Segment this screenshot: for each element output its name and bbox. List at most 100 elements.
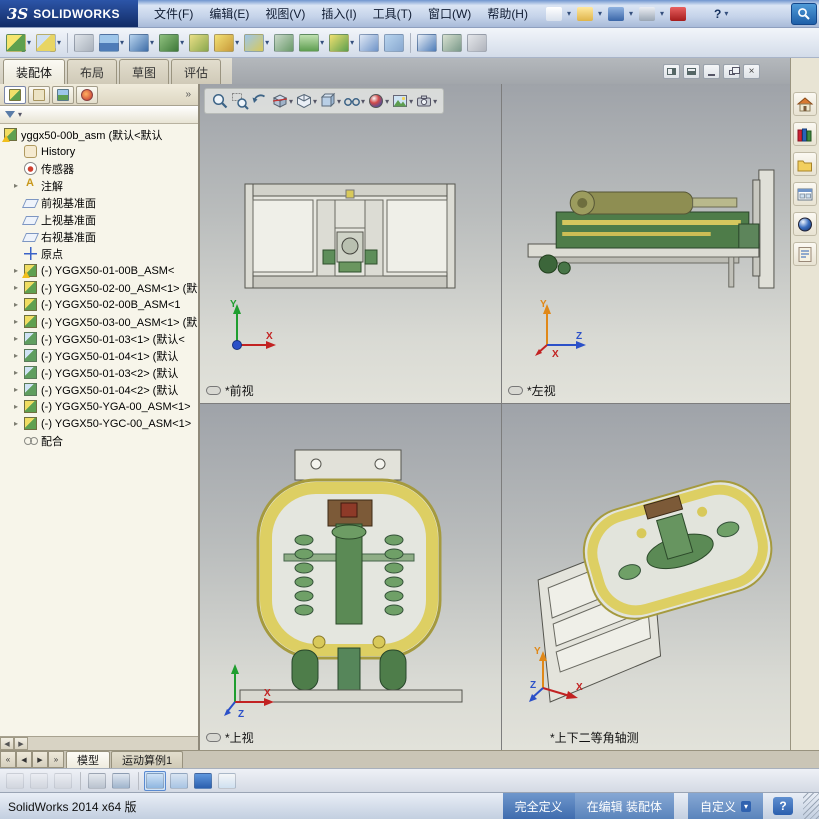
filter-icon[interactable] bbox=[5, 111, 15, 118]
viewport-top[interactable]: X Z *上视 bbox=[200, 404, 501, 750]
bottom-toolbar-icon[interactable] bbox=[76, 771, 84, 791]
configurationmanager-tab[interactable] bbox=[52, 85, 74, 104]
custom-properties-icon[interactable] bbox=[793, 242, 817, 266]
zoom-to-area-icon[interactable] bbox=[231, 92, 249, 110]
command-tab[interactable]: 装配体 bbox=[3, 59, 66, 84]
expand-arrow-icon[interactable] bbox=[14, 283, 24, 292]
tree-item[interactable]: (-) YGGX50-03-00_ASM<1> (默 bbox=[0, 313, 198, 330]
tree-item[interactable]: (-) YGGX50-01-03<2> (默认 bbox=[0, 364, 198, 381]
solidworks-resources-icon[interactable] bbox=[793, 92, 817, 116]
previous-tab-icon[interactable] bbox=[16, 751, 32, 768]
tree-item[interactable]: (-) YGGX50-01-00B_ASM< bbox=[0, 262, 198, 279]
menu-item[interactable]: 文件(F) bbox=[146, 3, 201, 24]
menu-item[interactable]: 帮助(H) bbox=[479, 3, 536, 24]
panel-overflow-chevrons[interactable]: » bbox=[182, 89, 194, 100]
minimize-icon[interactable] bbox=[703, 63, 720, 79]
red-badge-icon[interactable]: ▾ bbox=[668, 6, 692, 22]
filter-faces-icon[interactable] bbox=[86, 771, 108, 791]
featuremanager-tab[interactable] bbox=[4, 85, 26, 104]
section-view-icon[interactable]: ▾ bbox=[271, 92, 293, 110]
command-tab[interactable]: 评估 bbox=[171, 59, 222, 84]
scroll-left-icon[interactable]: ◀ bbox=[0, 737, 14, 750]
first-tab-icon[interactable] bbox=[0, 751, 16, 768]
linear-component-pattern-icon[interactable]: ▾ bbox=[97, 30, 126, 56]
display-style-icon[interactable]: ▾ bbox=[319, 92, 341, 110]
move-component-icon[interactable]: ▾ bbox=[157, 30, 186, 56]
document-tab[interactable]: 运动算例1 bbox=[111, 751, 184, 768]
expand-arrow-icon[interactable] bbox=[14, 402, 24, 411]
design-library-icon[interactable] bbox=[793, 122, 817, 146]
assembly-features-icon[interactable]: ▾ bbox=[212, 30, 241, 56]
view-settings-icon[interactable]: ▾ bbox=[415, 92, 437, 110]
tree-item[interactable]: (-) YGGX50-02-00_ASM<1> (默认 bbox=[0, 279, 198, 296]
hide-show-items-icon[interactable]: ▾ bbox=[343, 92, 365, 110]
view-palette-icon[interactable] bbox=[793, 182, 817, 206]
dropdown-caret-icon[interactable]: ▾ bbox=[740, 800, 751, 812]
file-explorer-icon[interactable] bbox=[793, 152, 817, 176]
expand-arrow-icon[interactable] bbox=[14, 300, 24, 309]
tree-item[interactable]: History bbox=[0, 143, 198, 160]
displaymanager-tab[interactable] bbox=[76, 85, 98, 104]
expand-arrow-icon[interactable] bbox=[14, 419, 24, 428]
tree-item[interactable]: (-) YGGX50-01-04<1> (默认 bbox=[0, 347, 198, 364]
document-tab[interactable]: 模型 bbox=[66, 751, 110, 768]
close-icon[interactable]: × bbox=[743, 63, 760, 79]
bill-of-materials-icon[interactable]: ▾ bbox=[297, 30, 326, 56]
command-tab[interactable]: 草图 bbox=[119, 59, 170, 84]
command-tab[interactable]: 布局 bbox=[67, 59, 118, 84]
previous-view-icon[interactable] bbox=[251, 92, 269, 110]
tree-item[interactable]: (-) YGGX50-YGC-00_ASM<1> bbox=[0, 415, 198, 432]
selection-filter-icon[interactable] bbox=[4, 771, 26, 791]
zoom-to-fit-icon[interactable] bbox=[211, 92, 229, 110]
assembly-visualization-icon[interactable] bbox=[144, 770, 166, 791]
filter-edges-icon[interactable] bbox=[52, 771, 74, 791]
viewport-front[interactable]: Y X *前视 bbox=[200, 84, 501, 403]
menu-item[interactable]: 插入(I) bbox=[313, 3, 364, 24]
print-icon[interactable]: ▾ bbox=[637, 6, 666, 22]
tree-item[interactable]: 前视基准面 bbox=[0, 194, 198, 211]
split-view-horizontal-icon[interactable] bbox=[663, 63, 680, 79]
viewport-isometric[interactable]: Y X Z *上下二等角轴测 bbox=[502, 404, 790, 750]
tree-item[interactable]: 上视基准面 bbox=[0, 211, 198, 228]
menu-item[interactable]: 窗口(W) bbox=[420, 3, 479, 24]
show-hidden-components-icon[interactable]: ▾ bbox=[187, 30, 211, 56]
tree-item[interactable]: (-) YGGX50-YGA-00_ASM<1> bbox=[0, 398, 198, 415]
filter-vertices-icon[interactable] bbox=[28, 771, 50, 791]
mate-status-icon[interactable] bbox=[192, 771, 214, 791]
appearances-scenes-icon[interactable] bbox=[793, 212, 817, 236]
tree-horizontal-scrollbar[interactable]: ◀ ▶ bbox=[0, 736, 198, 750]
tree-item[interactable]: 配合 bbox=[0, 432, 198, 449]
split-view-vertical-icon[interactable] bbox=[683, 63, 700, 79]
reference-geometry-icon[interactable]: ▾ bbox=[242, 30, 271, 56]
new-document-icon[interactable]: ▾ bbox=[544, 6, 573, 22]
tree-item[interactable]: (-) YGGX50-01-03<1> (默认< bbox=[0, 330, 198, 347]
toolbar-icon[interactable]: ▾ bbox=[67, 30, 69, 56]
magnifying-lens-icon[interactable] bbox=[110, 771, 132, 791]
next-tab-icon[interactable] bbox=[32, 751, 48, 768]
propertymanager-tab[interactable] bbox=[28, 85, 50, 104]
help-button[interactable]: ? bbox=[773, 797, 793, 815]
tree-item[interactable]: 右视基准面 bbox=[0, 228, 198, 245]
fastener-clip-icon[interactable]: ▾ bbox=[72, 30, 96, 56]
viewport-left[interactable]: Y Z X *左视 bbox=[502, 84, 790, 403]
tree-item[interactable]: 传感器 bbox=[0, 160, 198, 177]
menu-item[interactable]: 编辑(E) bbox=[201, 3, 257, 24]
search-icon[interactable] bbox=[791, 2, 817, 25]
restore-icon[interactable] bbox=[723, 63, 740, 79]
mate-icon[interactable]: ▾ bbox=[34, 30, 63, 56]
performance-evaluation-icon[interactable] bbox=[168, 771, 190, 791]
insert-components-icon[interactable]: ▾ bbox=[4, 30, 33, 56]
bom-table-icon[interactable] bbox=[216, 771, 238, 791]
open-folder-icon[interactable]: ▾ bbox=[575, 6, 604, 22]
tree-item[interactable]: 注解 bbox=[0, 177, 198, 194]
apply-scene-icon[interactable]: ▾ bbox=[391, 92, 413, 110]
tree-root-assembly[interactable]: yggx50-00b_asm (默认<默认 bbox=[0, 126, 198, 143]
mass-properties-icon[interactable]: ▾ bbox=[440, 30, 464, 56]
expand-arrow-icon[interactable] bbox=[14, 385, 24, 394]
new-motion-study-icon[interactable]: ▾ bbox=[272, 30, 296, 56]
resize-grip[interactable] bbox=[803, 793, 819, 819]
menu-item[interactable]: 工具(T) bbox=[365, 3, 420, 24]
measure-icon[interactable]: ▾ bbox=[415, 30, 439, 56]
expand-arrow-icon[interactable] bbox=[14, 317, 24, 326]
smart-fasteners-icon[interactable]: ▾ bbox=[127, 30, 156, 56]
